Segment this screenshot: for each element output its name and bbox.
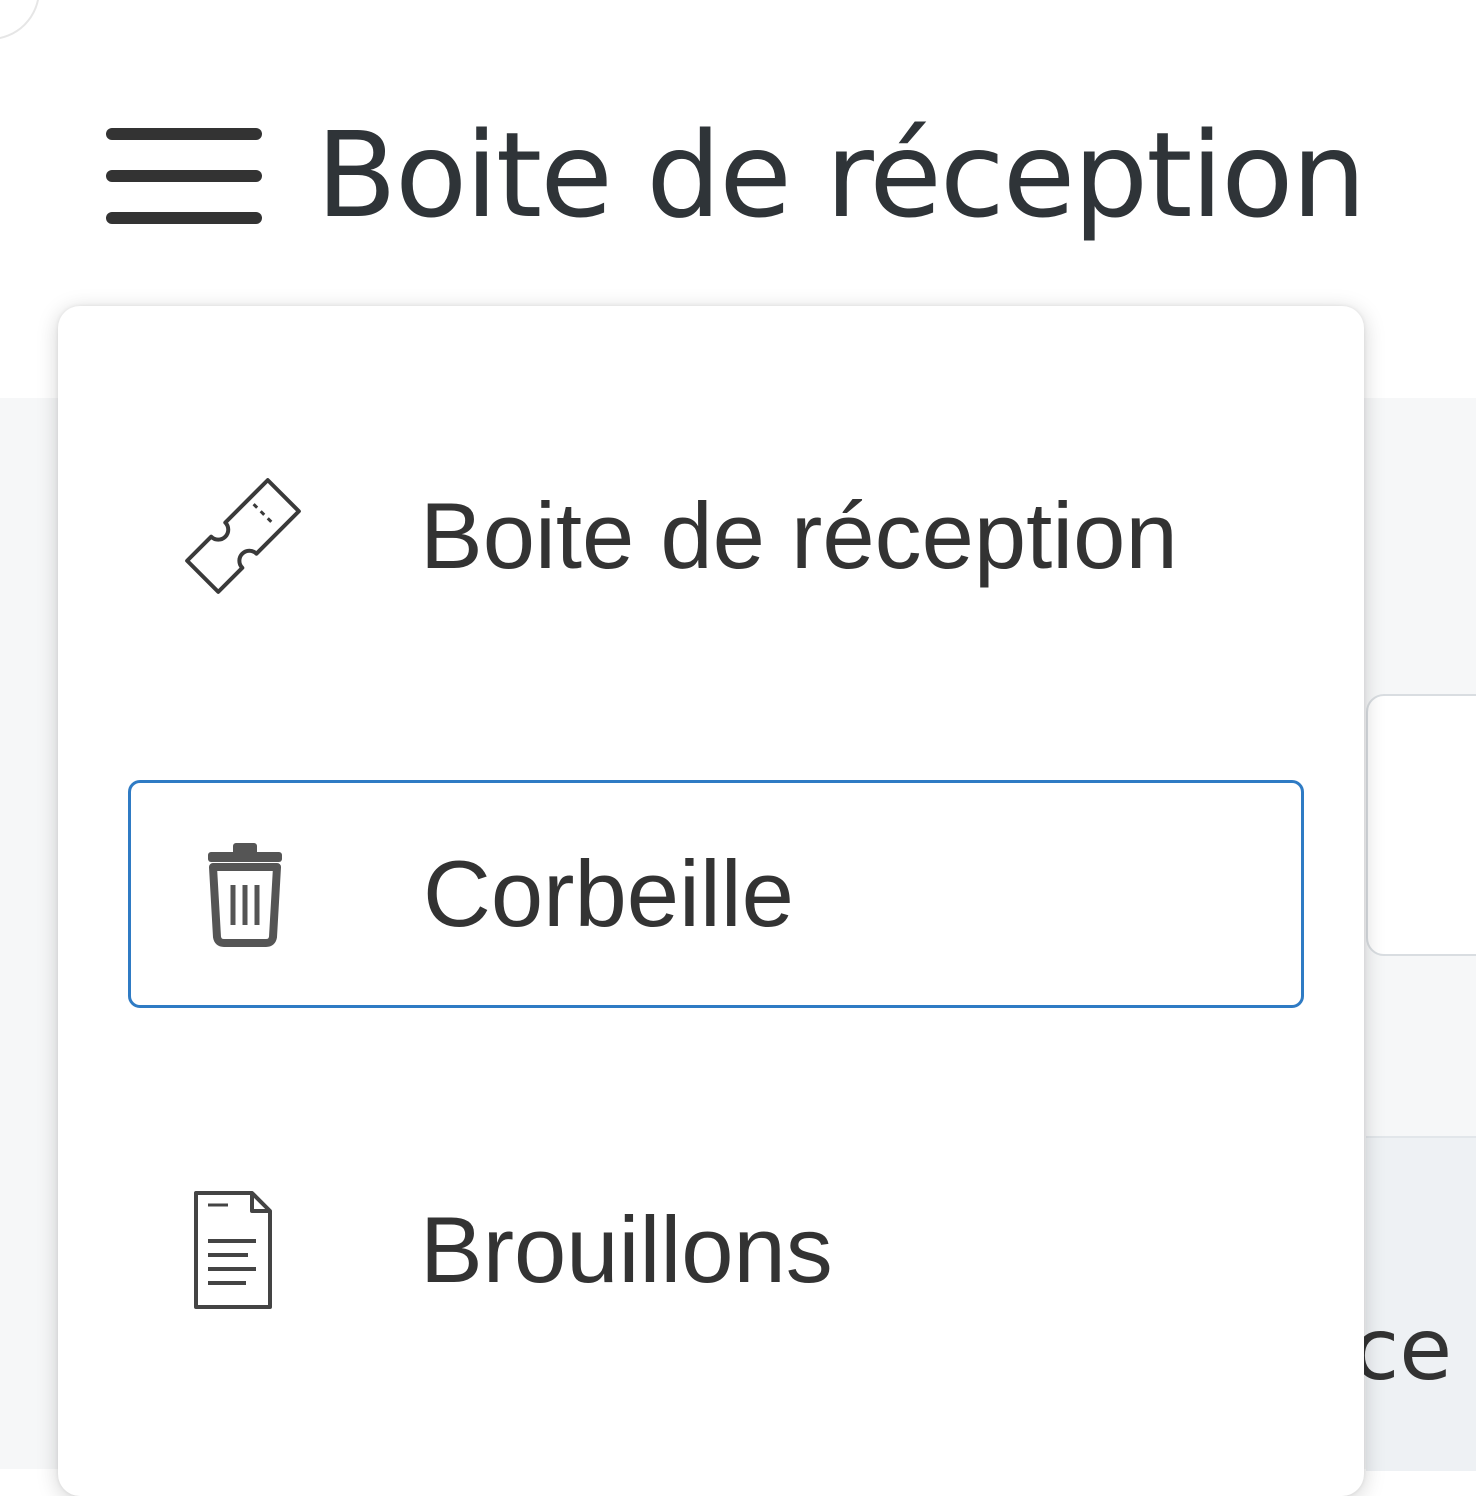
menu-item-drafts[interactable]: Brouillons [128, 1136, 1304, 1364]
hamburger-bar [106, 170, 262, 182]
top-corner-decoration [0, 0, 40, 40]
menu-item-label: Corbeille [423, 841, 794, 946]
page-title: Boite de réception [316, 106, 1366, 244]
menu-item-inbox[interactable]: Boite de réception [128, 422, 1304, 650]
hamburger-menu-icon[interactable] [106, 124, 262, 228]
folder-dropdown-menu: Boite de réception Corbeille Brouillons [58, 306, 1364, 1496]
document-icon [194, 1191, 272, 1309]
menu-item-label: Brouillons [420, 1197, 833, 1302]
trash-icon [208, 843, 282, 947]
menu-item-trash[interactable]: Corbeille [128, 780, 1304, 1008]
background-card [1366, 694, 1476, 956]
background-partial-text: ce [1352, 1300, 1453, 1400]
hamburger-bar [106, 212, 262, 224]
menu-item-label: Boite de réception [420, 483, 1178, 588]
ticket-icon [185, 478, 301, 594]
hamburger-bar [106, 128, 262, 140]
